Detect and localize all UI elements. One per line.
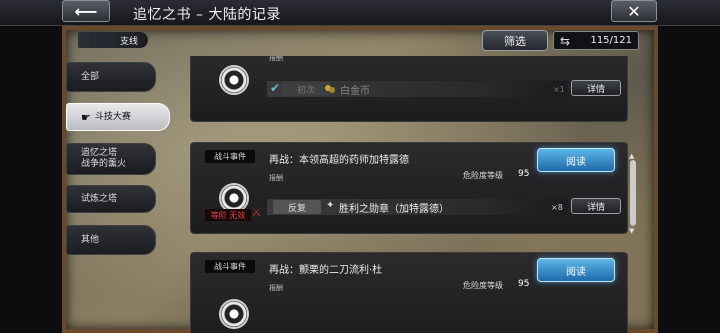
reward-name: 胜利之勋章（加特露德） (339, 204, 449, 215)
crossed-swords-icon: ⚔ (251, 205, 262, 219)
check-icon: ✔ (270, 81, 281, 95)
danger-value: 95 (518, 279, 530, 289)
danger-label: 危险度等级 (463, 281, 503, 290)
coin-icon (325, 85, 335, 93)
close-button[interactable]: ✕ (611, 0, 657, 22)
scroll-down-icon[interactable]: ▼ (629, 227, 634, 235)
sidebar-item-arena[interactable]: ☛ 斗技大赛 (66, 103, 170, 131)
sidebar-item-label: 全部 (81, 71, 100, 82)
reward-name: 白金币 (340, 86, 370, 97)
sidebar-item-other[interactable]: 其他 (66, 225, 156, 255)
reward-quantity: ×1 (553, 85, 565, 94)
condition-badge: 反复 (273, 200, 321, 214)
pointing-hand-icon: ☛ (81, 110, 91, 124)
compass-emblem-icon (219, 65, 249, 95)
detail-button[interactable]: 详情 (571, 80, 621, 96)
scrollbar-thumb[interactable] (630, 160, 636, 226)
swap-icon: ⇆ (560, 33, 571, 48)
counter-value: 115/121 (590, 35, 632, 46)
record-card: 报酬 ✔ 初次 白金币 ×1 详情 (190, 56, 628, 122)
page-title: 追忆之书 – 大陆的记录 (133, 7, 281, 23)
card-title: 再战：本领高超的药师加特露德 (269, 155, 409, 166)
rank-invalid-badge: 等阶 无效 (205, 209, 251, 221)
reward-label: 报酬 (269, 284, 283, 292)
arrow-left-icon: ⟵ (74, 1, 98, 21)
read-button[interactable]: 阅读 (537, 258, 615, 282)
record-card: 战斗事件 再战：本领高超的药师加特露德 阅读 报酬 危险度等级 95 等阶 无效… (190, 142, 628, 234)
close-icon: ✕ (627, 1, 641, 21)
sidebar-item-label: 其他 (81, 234, 100, 245)
sidebar-item-label: 斗技大赛 (94, 111, 131, 122)
card-title: 再战：颤栗的二刀流利·杜 (269, 265, 383, 276)
read-button[interactable]: 阅读 (537, 148, 615, 172)
event-tag: 战斗事件 (205, 150, 255, 163)
medal-icon: ✦ (326, 200, 335, 211)
sidebar-item-all[interactable]: 全部 (66, 62, 156, 92)
reward-quantity: ×8 (551, 203, 563, 212)
event-tag: 战斗事件 (205, 260, 255, 273)
sidebar-item-label-line2: 战争的薰火 (81, 159, 127, 169)
sidebar-item-label: 试炼之塔 (81, 193, 118, 204)
danger-value: 95 (518, 169, 530, 179)
record-counter: ⇆ 115/121 (553, 31, 639, 50)
condition-badge: 初次 (282, 82, 330, 96)
sidebar-item-label-line1: 追忆之塔 (81, 148, 118, 158)
record-list[interactable]: 报酬 ✔ 初次 白金币 ×1 详情 战斗事件 再战：本领高超的药师加特露德 阅读… (190, 56, 628, 333)
filter-button[interactable]: 筛选 (482, 30, 548, 51)
sidebar-item-trial-tower[interactable]: 试炼之塔 (66, 185, 156, 213)
sidebar-title: 支线 (78, 32, 148, 48)
record-card: 战斗事件 再战：颤栗的二刀流利·杜 阅读 报酬 危险度等级 95 (190, 252, 628, 333)
reward-label: 报酬 (269, 56, 283, 62)
back-button[interactable]: ⟵ (62, 0, 110, 22)
scroll-up-icon[interactable]: ▲ (629, 152, 634, 160)
compass-emblem-icon (219, 299, 249, 329)
reward-label: 报酬 (269, 174, 283, 182)
sidebar-item-memory-tower[interactable]: 追忆之塔 战争的薰火 (66, 143, 156, 175)
detail-button[interactable]: 详情 (571, 198, 621, 214)
danger-label: 危险度等级 (463, 171, 503, 180)
